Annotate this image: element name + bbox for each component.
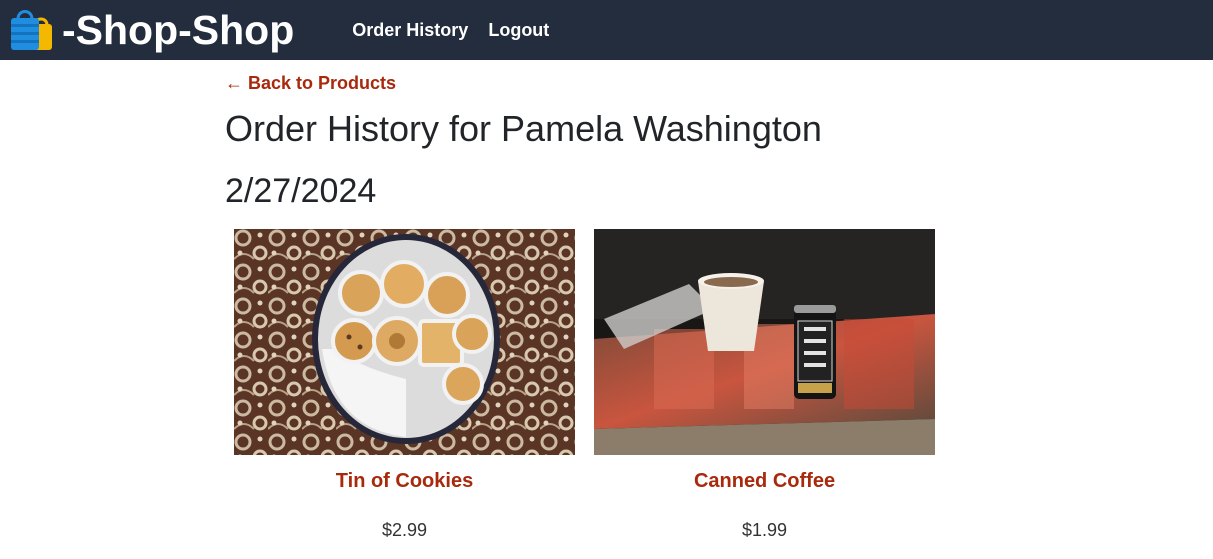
order-products-list: Tin of Cookies $2.99 Canned Coffee $1.99 — [234, 229, 954, 541]
back-to-products-link[interactable]: ← Back to Products — [225, 73, 396, 94]
top-navbar: -Shop-Shop Order History Logout — [0, 0, 1213, 60]
product-name-link[interactable]: Canned Coffee — [594, 469, 935, 493]
product-card: Tin of Cookies $2.99 — [234, 229, 575, 541]
shopping-bags-icon — [8, 6, 56, 54]
brand-title: -Shop-Shop — [62, 6, 295, 53]
product-image-link[interactable] — [594, 229, 935, 455]
product-card: Canned Coffee $1.99 — [594, 229, 935, 541]
nav-logout-link[interactable]: Logout — [488, 21, 549, 39]
cookie-tin-photo — [234, 229, 575, 455]
product-name-link[interactable]: Tin of Cookies — [234, 469, 575, 493]
product-image-link[interactable] — [234, 229, 575, 455]
product-price: $2.99 — [381, 520, 428, 540]
order-date: 2/27/2024 — [225, 172, 377, 210]
main-nav: Order History Logout — [352, 21, 569, 39]
page-title: Order History for Pamela Washington — [225, 108, 822, 149]
nav-order-history-link[interactable]: Order History — [352, 21, 468, 39]
canned-coffee-photo — [594, 229, 935, 455]
brand-home-link[interactable]: -Shop-Shop — [8, 6, 294, 54]
product-price: $1.99 — [741, 520, 788, 540]
